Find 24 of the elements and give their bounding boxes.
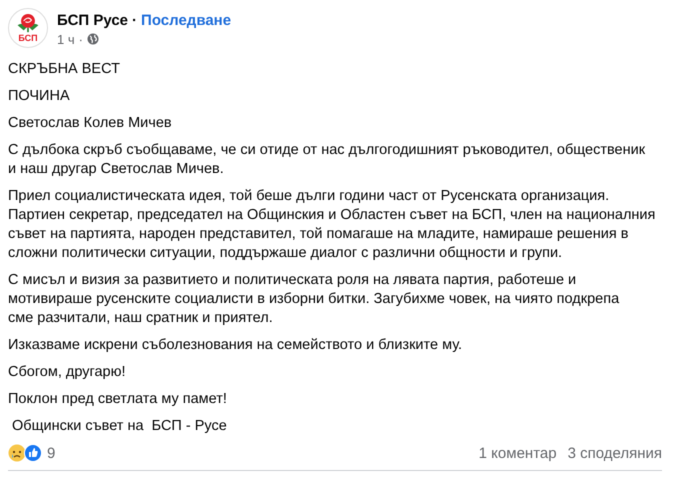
post-paragraph: Приел социалистическата идея, той беше дълги години част от Русенската организация. Партиен секретар, председател на Общинския и Областен съвет на БСП, член на националния съвет на партията, народен представител, той помагаше на младите, намираше решения в сложни политически ситуации, поддържаше диалог с различни общности и групи.	[8, 187, 656, 263]
logo-text: БСП	[18, 34, 38, 43]
crying-face-icon[interactable]	[8, 444, 26, 462]
post-paragraph: Поклон пред светлата му памет!	[8, 390, 228, 409]
post-time[interactable]: 1 ч	[57, 32, 75, 46]
follow-link[interactable]: Последване	[141, 12, 232, 28]
post-paragraph: С мисъл и визия за развитието и политическата роля на лявата партия, работеше и мотивираше русенските социалисти в изборни битки. Загубихме човек, на чиято подкрепа сме разчитали, наш сратник и приятел.	[8, 271, 620, 328]
post-paragraph: Сбогом, другарю!	[8, 363, 127, 382]
rose-logo-icon	[15, 13, 41, 34]
comment-count[interactable]: 1 коментар	[478, 444, 557, 462]
author-name[interactable]: БСП Русе	[57, 12, 128, 28]
post-paragraph: Общински съвет на БСП - Русе	[11, 417, 228, 436]
separator-dot: ·	[78, 32, 83, 46]
post-paragraph: С дълбока скръб съобщаваме, че си отиде от нас дългогодишният ръководител, общественик и наш другар Светослав Мичев.	[8, 141, 646, 179]
post-paragraph: ПОЧИНА	[8, 87, 71, 106]
reaction-count[interactable]: 9	[47, 444, 56, 462]
share-count[interactable]: 3 споделяния	[568, 444, 662, 462]
separator-dot: ·	[132, 12, 138, 28]
page-avatar[interactable]: БСП	[8, 8, 48, 48]
globe-icon	[86, 33, 99, 45]
post-paragraph: СКРЪБНА ВЕСТ	[8, 60, 121, 79]
like-icon[interactable]	[24, 444, 42, 462]
post-paragraph: Светослав Колев Мичев	[8, 114, 173, 133]
post-paragraph: Изказваме искрени съболезнования на семейството и близките му.	[8, 336, 464, 355]
